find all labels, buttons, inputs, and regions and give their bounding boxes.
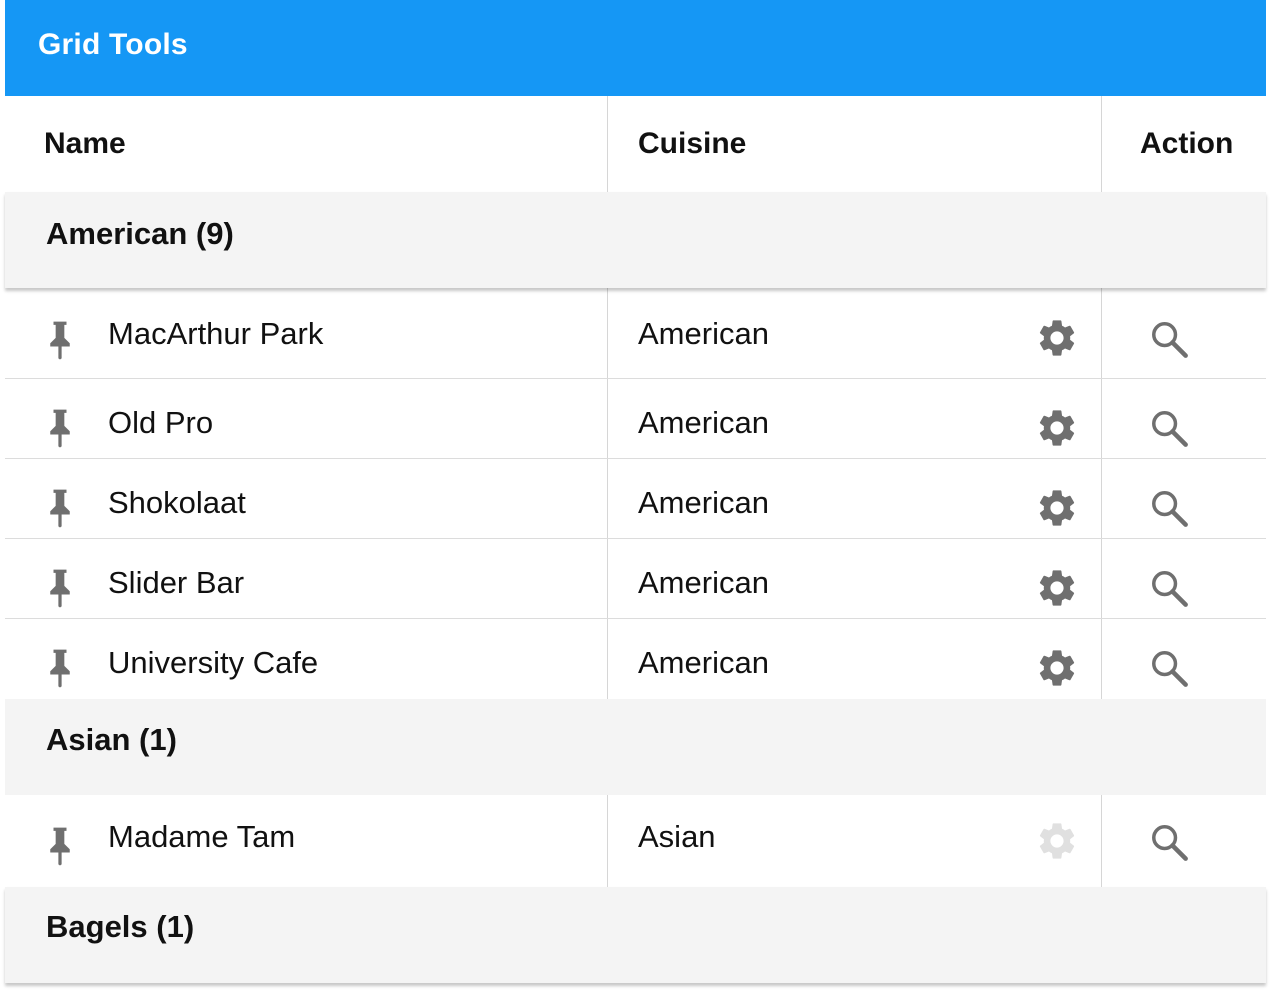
gear-icon[interactable] [1035, 566, 1079, 610]
pin-icon[interactable] [47, 568, 73, 608]
cell-cuisine: American [638, 405, 769, 440]
column-divider [607, 96, 608, 192]
column-header-cuisine[interactable]: Cuisine [638, 96, 746, 192]
search-icon[interactable] [1148, 567, 1190, 609]
table-row[interactable]: Madame Tam Asian [5, 795, 1266, 887]
pin-icon[interactable] [47, 488, 73, 528]
gear-icon[interactable] [1035, 646, 1079, 690]
column-divider [607, 795, 608, 887]
search-icon[interactable] [1148, 318, 1190, 360]
column-divider [607, 619, 608, 699]
title-bar: Grid Tools [5, 0, 1266, 96]
column-divider [1101, 795, 1102, 887]
gear-icon[interactable] [1035, 486, 1079, 530]
group-row-american[interactable]: American (9) [5, 192, 1266, 288]
group-label: Bagels (1) [46, 909, 195, 944]
pin-icon[interactable] [47, 408, 73, 448]
column-divider [1101, 288, 1102, 378]
column-divider [1101, 619, 1102, 699]
table-row[interactable]: Slider Bar American [5, 539, 1266, 619]
group-label: Asian (1) [46, 722, 177, 757]
column-header-action[interactable]: Action [1140, 96, 1233, 192]
search-icon[interactable] [1148, 821, 1190, 863]
column-header-row: Name Cuisine Action [5, 96, 1266, 192]
column-header-name[interactable]: Name [44, 96, 126, 192]
column-divider [1101, 459, 1102, 538]
cell-name: Madame Tam [108, 819, 296, 854]
search-icon[interactable] [1148, 647, 1190, 689]
column-divider [607, 288, 608, 378]
cell-cuisine: American [638, 316, 769, 351]
gear-icon [1039, 823, 1075, 859]
table-row[interactable]: University Cafe American [5, 619, 1266, 699]
group-label: American (9) [46, 216, 234, 251]
cell-name: Shokolaat [108, 485, 246, 520]
pin-icon[interactable] [47, 320, 73, 360]
column-divider [1101, 96, 1102, 192]
column-divider [1101, 379, 1102, 458]
table-row[interactable]: Shokolaat American [5, 459, 1266, 539]
cell-cuisine: American [638, 645, 769, 680]
cell-name: Slider Bar [108, 565, 245, 600]
table-row[interactable]: MacArthur Park American [5, 288, 1266, 379]
group-row-asian[interactable]: Asian (1) [5, 699, 1266, 795]
panel-title: Grid Tools [38, 28, 188, 61]
column-divider [1101, 539, 1102, 618]
table-row[interactable]: Old Pro American [5, 379, 1266, 459]
search-icon[interactable] [1148, 487, 1190, 529]
cell-name: Old Pro [108, 405, 214, 440]
cell-cuisine: Asian [638, 819, 716, 854]
pin-icon[interactable] [47, 648, 73, 688]
grid-tools-panel: Grid Tools Name Cuisine Action American … [5, 0, 1266, 990]
column-divider [607, 379, 608, 458]
cell-name: MacArthur Park [108, 316, 324, 351]
cell-name: University Cafe [108, 645, 319, 680]
cell-cuisine: American [638, 565, 769, 600]
column-divider [607, 539, 608, 618]
gear-icon[interactable] [1035, 316, 1079, 360]
column-divider [607, 459, 608, 538]
cell-cuisine: American [638, 485, 769, 520]
group-row-bagels[interactable]: Bagels (1) [5, 887, 1266, 983]
pin-icon[interactable] [47, 826, 73, 866]
search-icon[interactable] [1148, 407, 1190, 449]
gear-icon[interactable] [1035, 406, 1079, 450]
